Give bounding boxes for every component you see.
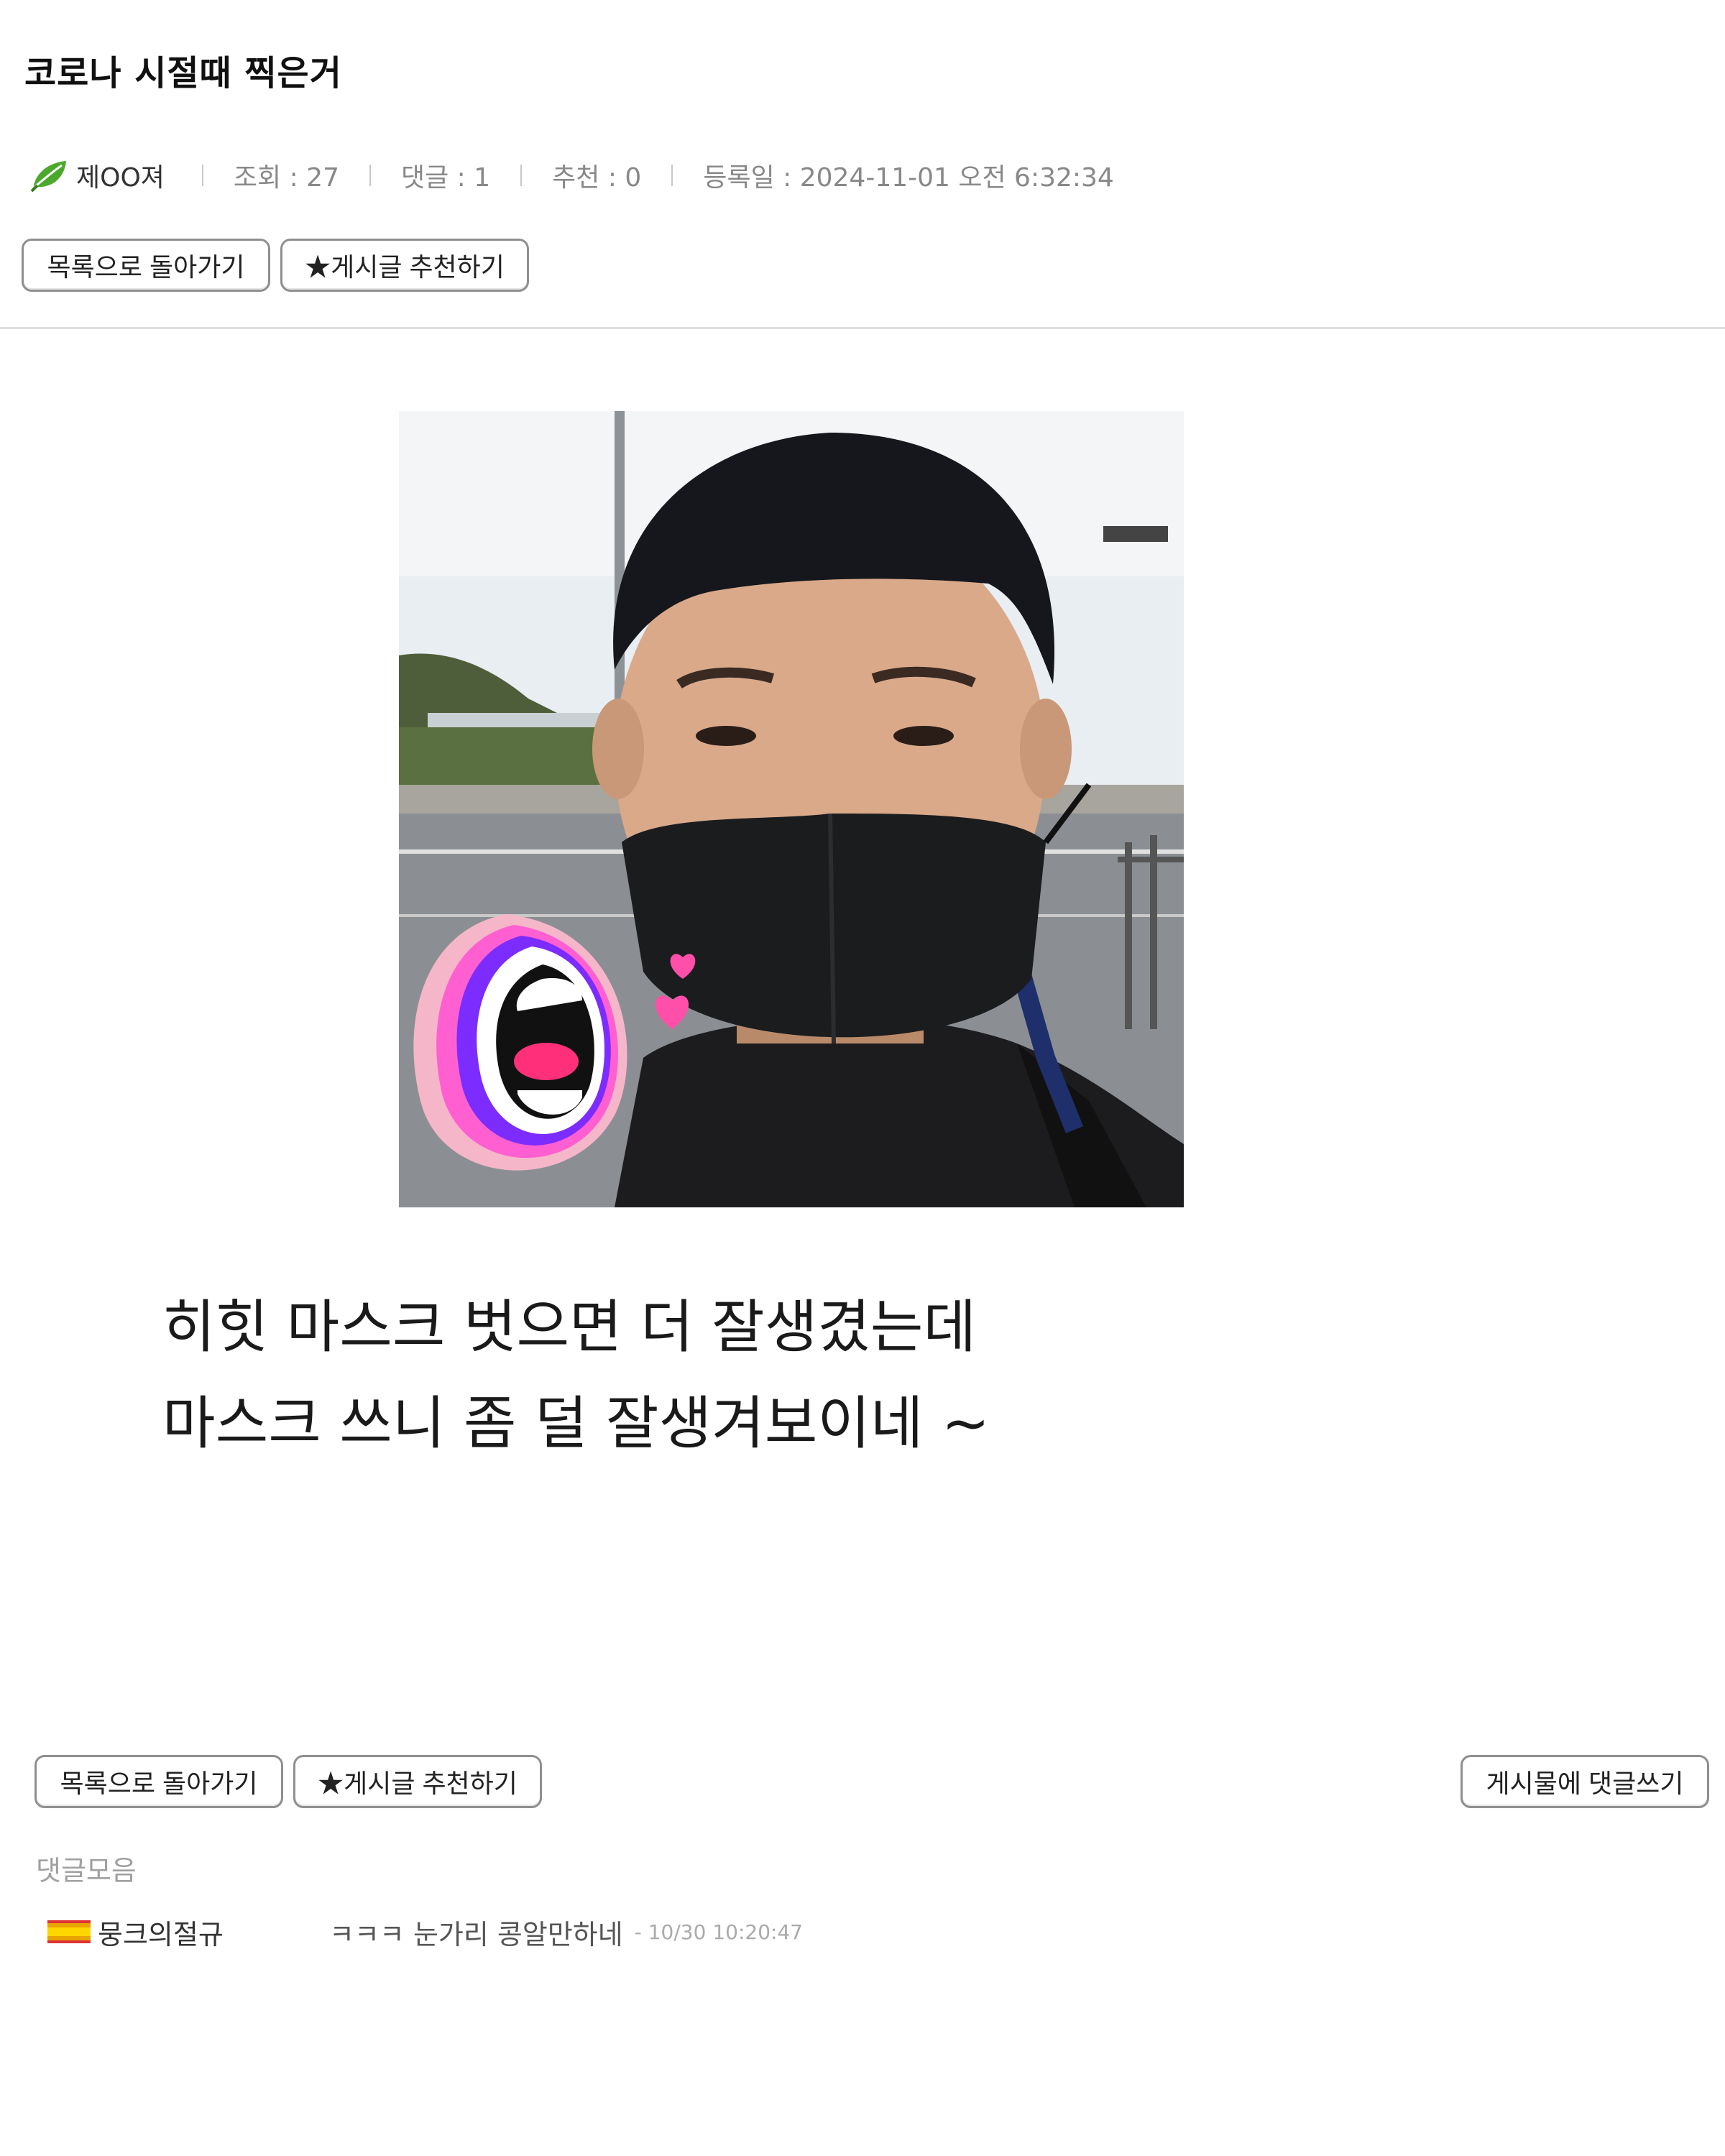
back-to-list-button[interactable]: 목록으로 돌아가기 bbox=[22, 239, 270, 292]
recommend-count: 추천 : 0 bbox=[552, 163, 642, 193]
post-title: 코로나 시절때 찍은거 bbox=[24, 53, 342, 93]
write-comment-button[interactable]: 게시물에 댓글쓰기 bbox=[1460, 1755, 1709, 1808]
author-name[interactable]: 제OO져 bbox=[76, 157, 165, 194]
comment-count: 댓글 : 1 bbox=[401, 163, 491, 193]
comment-time: - 10/30 10:20:47 bbox=[634, 1920, 804, 1944]
comment-button-bar: 게시물에 댓글쓰기 bbox=[1460, 1755, 1709, 1808]
bottom-button-bar: 목록으로 돌아가기 ★게시글 추천하기 bbox=[34, 1755, 542, 1808]
view-count: 조회 : 27 bbox=[233, 163, 339, 193]
top-button-bar: 목록으로 돌아가기 ★게시글 추천하기 bbox=[22, 239, 529, 292]
leaf-icon bbox=[30, 161, 66, 193]
meta-divider bbox=[671, 165, 673, 186]
post-body-line: 마스크 쓰니 좀 덜 잘생겨보이네 ~ bbox=[162, 1390, 990, 1457]
meta-divider bbox=[369, 165, 371, 186]
comment-text: ㅋㅋㅋ 눈가리 콩알만하네 bbox=[329, 1918, 623, 1950]
comment-author[interactable]: 뭉크의절규 bbox=[98, 1912, 329, 1952]
back-to-list-button[interactable]: 목록으로 돌아가기 bbox=[34, 1755, 283, 1808]
header-divider bbox=[0, 327, 1725, 329]
post-meta: 제OO져 조회 : 27 댓글 : 1 추천 : 0 등록일 : 2024-11… bbox=[29, 157, 1114, 194]
comments-title: 댓글모음 bbox=[36, 1855, 137, 1886]
recommend-post-button[interactable]: ★게시글 추천하기 bbox=[293, 1755, 542, 1808]
post-body: 히힛 마스크 벗으면 더 잘생겼는데 마스크 쓰니 좀 덜 잘생겨보이네 ~ bbox=[162, 1279, 990, 1472]
post-body-line: 히힛 마스크 벗으면 더 잘생겼는데 bbox=[162, 1294, 977, 1360]
flag-icon bbox=[47, 1920, 91, 1943]
meta-divider bbox=[201, 165, 203, 186]
recommend-post-button[interactable]: ★게시글 추천하기 bbox=[280, 239, 529, 292]
comment-item: 뭉크의절규 ㅋㅋㅋ 눈가리 콩알만하네 - 10/30 10:20:47 bbox=[47, 1912, 803, 1952]
meta-divider bbox=[520, 165, 523, 186]
post-date: 등록일 : 2024-11-01 오전 6:32:34 bbox=[703, 163, 1114, 193]
post-photo bbox=[399, 411, 1184, 1207]
